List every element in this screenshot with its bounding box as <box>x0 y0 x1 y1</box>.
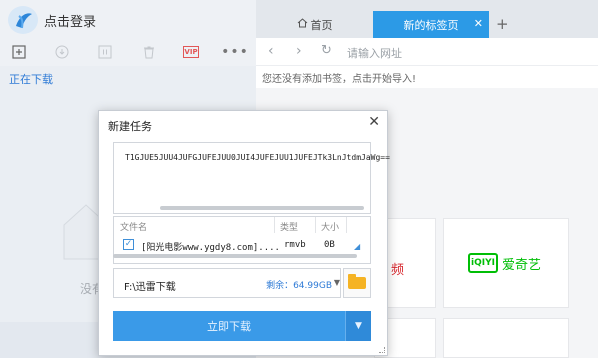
column-header-name[interactable]: 文件名 <box>120 220 147 233</box>
delete-icon[interactable] <box>140 43 158 61</box>
iqiyi-logo-icon: iQIYI <box>468 253 498 273</box>
downloading-category[interactable]: 正在下载 <box>9 71 53 87</box>
resize-grip-icon[interactable] <box>379 347 385 353</box>
link-input[interactable]: T1GJUE5JUU4JUFGJUFEJUU0JUI4JUFEJUU1JUFEJ… <box>113 142 390 214</box>
bookmark-bar: 您还没有添加书签，点击开始导入! <box>256 67 598 87</box>
account-header: 点击登录 <box>0 0 256 38</box>
free-space-label: 剩余：64.99GB <box>266 281 332 291</box>
bird-logo-icon[interactable] <box>8 6 38 34</box>
login-link[interactable]: 点击登录 <box>44 11 96 30</box>
column-header-size[interactable]: 大小 <box>321 220 339 233</box>
forward-icon[interactable]: › <box>296 43 302 59</box>
task-toolbar: VIP ••• <box>0 38 256 66</box>
tab-new-tab-label: 新的标签页 <box>403 18 459 32</box>
download-options-dropdown[interactable]: ▼ <box>345 311 371 341</box>
file-checkbox[interactable]: ✓ <box>123 239 134 250</box>
bookmark-hint[interactable]: 您还没有添加书签，点击开始导入! <box>262 70 416 85</box>
column-divider <box>315 217 316 233</box>
site-tile[interactable] <box>443 318 569 358</box>
browse-folder-button[interactable] <box>343 268 371 298</box>
iqiyi-logo: iQIYI 爱奇艺 <box>468 253 541 273</box>
column-header-type[interactable]: 类型 <box>280 220 298 233</box>
tab-home[interactable]: 首页 <box>256 11 373 38</box>
download-now-button[interactable]: 立即下载 <box>113 311 345 341</box>
home-icon <box>297 18 308 31</box>
file-type: rmvb <box>284 240 306 250</box>
url-input[interactable]: 请输入网址 <box>347 45 402 61</box>
save-path-value: F:\迅雷下载 <box>124 282 176 293</box>
folder-icon <box>348 274 366 289</box>
save-path-select[interactable]: F:\迅雷下载 剩余：64.99GB ▼ <box>113 268 341 298</box>
file-size: 0B <box>324 240 335 250</box>
tab-new-tab[interactable]: 新的标签页 ✕ <box>373 11 489 38</box>
close-icon[interactable]: ✕ <box>368 114 380 130</box>
vip-badge[interactable]: VIP <box>183 46 199 58</box>
pause-icon[interactable] <box>96 43 114 61</box>
new-task-dialog: 新建任务 ✕ T1GJUE5JUU4JUFGJUFEJUU0JUI4JUFEJU… <box>98 110 390 356</box>
add-tab-icon[interactable]: + <box>496 15 509 33</box>
column-divider <box>274 217 275 233</box>
tab-home-label: 首页 <box>310 18 333 32</box>
add-task-icon[interactable] <box>10 43 28 61</box>
site-tile-video-label: 频 <box>391 263 405 278</box>
chevron-down-icon[interactable]: ▼ <box>334 278 340 287</box>
iqiyi-label: 爱奇艺 <box>502 257 542 273</box>
address-bar: ‹ › ↻ 请输入网址 <box>256 38 598 66</box>
more-icon[interactable]: ••• <box>221 43 248 61</box>
start-download-icon[interactable] <box>53 43 71 61</box>
close-icon[interactable]: ✕ <box>474 17 483 30</box>
dialog-title: 新建任务 <box>108 120 152 133</box>
link-text[interactable]: T1GJUE5JUU4JUFGJUFEJUU0JUI4JUFEJUU1JUFEJ… <box>125 153 390 162</box>
file-name: [阳光电影www.ygdy8.com].... <box>141 243 280 253</box>
table-scrollbar[interactable] <box>113 254 357 258</box>
horizontal-scrollbar[interactable] <box>160 206 364 210</box>
back-icon[interactable]: ‹ <box>268 43 274 59</box>
refresh-icon[interactable]: ↻ <box>321 43 332 58</box>
resize-handle-icon[interactable]: ◢ <box>354 242 360 251</box>
browser-tab-bar: 首页 新的标签页 ✕ + <box>256 0 598 38</box>
chevron-down-icon: ▼ <box>355 321 362 331</box>
column-divider <box>346 217 347 233</box>
